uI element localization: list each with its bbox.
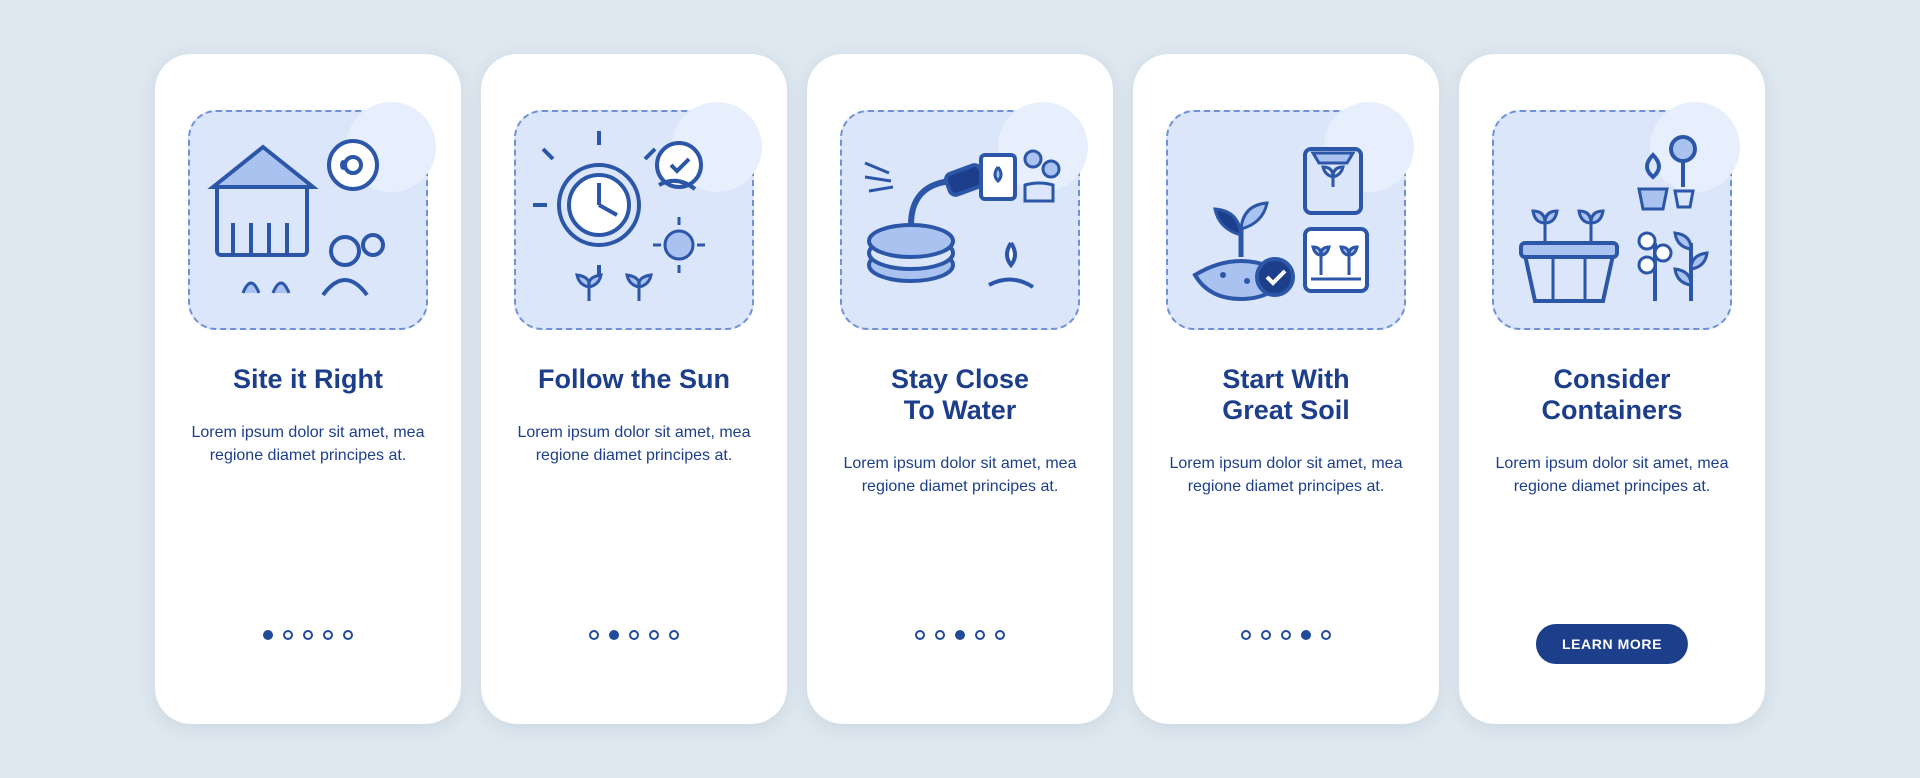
onboarding-card-3: Stay Close To Water Lorem ipsum dolor si… <box>807 54 1113 724</box>
onboarding-card-2: Follow the Sun Lorem ipsum dolor sit ame… <box>481 54 787 724</box>
card-illustration <box>1166 110 1406 330</box>
pagination-dots <box>1133 630 1439 640</box>
card-illustration <box>840 110 1080 330</box>
card-title: Consider Containers <box>1541 364 1682 426</box>
pagination-dot[interactable] <box>975 630 985 640</box>
pagination-dot[interactable] <box>343 630 353 640</box>
pagination-dot[interactable] <box>1241 630 1251 640</box>
pagination-dot[interactable] <box>609 630 619 640</box>
pagination-dot[interactable] <box>263 630 273 640</box>
house-garden-icon <box>203 125 413 315</box>
pagination-dot[interactable] <box>1261 630 1271 640</box>
onboarding-card-1: Site it Right Lorem ipsum dolor sit amet… <box>155 54 461 724</box>
containers-icon <box>1507 125 1717 315</box>
pagination-dot[interactable] <box>589 630 599 640</box>
card-illustration <box>514 110 754 330</box>
pagination-dot[interactable] <box>629 630 639 640</box>
card-title: Start With Great Soil <box>1222 364 1350 426</box>
pagination-dot[interactable] <box>649 630 659 640</box>
pagination-dot[interactable] <box>995 630 1005 640</box>
card-title: Stay Close To Water <box>891 364 1029 426</box>
pagination-dot[interactable] <box>1321 630 1331 640</box>
card-description: Lorem ipsum dolor sit amet, mea regione … <box>188 421 428 467</box>
learn-more-button[interactable]: LEARN MORE <box>1536 624 1688 664</box>
pagination-dot[interactable] <box>955 630 965 640</box>
card-description: Lorem ipsum dolor sit amet, mea regione … <box>1492 452 1732 498</box>
card-title: Follow the Sun <box>538 364 730 395</box>
card-title: Site it Right <box>233 364 383 395</box>
cta-label: LEARN MORE <box>1562 636 1662 652</box>
pagination-dots <box>155 630 461 640</box>
card-description: Lorem ipsum dolor sit amet, mea regione … <box>514 421 754 467</box>
onboarding-card-5: Consider Containers Lorem ipsum dolor si… <box>1459 54 1765 724</box>
pagination-dot[interactable] <box>1281 630 1291 640</box>
pagination-dot[interactable] <box>915 630 925 640</box>
soil-plant-icon <box>1181 125 1391 315</box>
card-description: Lorem ipsum dolor sit amet, mea regione … <box>840 452 1080 498</box>
pagination-dot[interactable] <box>283 630 293 640</box>
card-illustration <box>188 110 428 330</box>
onboarding-card-4: Start With Great Soil Lorem ipsum dolor … <box>1133 54 1439 724</box>
hose-water-icon <box>855 125 1065 315</box>
pagination-dot[interactable] <box>303 630 313 640</box>
pagination-dots <box>481 630 787 640</box>
pagination-dot[interactable] <box>1301 630 1311 640</box>
card-description: Lorem ipsum dolor sit amet, mea regione … <box>1166 452 1406 498</box>
card-illustration <box>1492 110 1732 330</box>
pagination-dot[interactable] <box>935 630 945 640</box>
sun-clock-icon <box>529 125 739 315</box>
pagination-dot[interactable] <box>323 630 333 640</box>
pagination-dot[interactable] <box>669 630 679 640</box>
pagination-dots <box>807 630 1113 640</box>
